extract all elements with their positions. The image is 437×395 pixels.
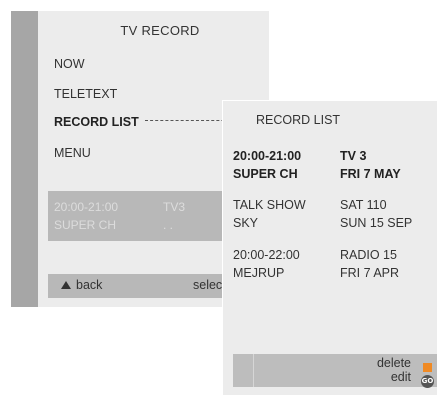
entry-2-name[interactable]: SKY [233,216,258,230]
entry-1-name[interactable]: SUPER CH [233,167,298,181]
selected-time: 20:00-21:00 [54,200,119,214]
selected-channel: TV3 [163,200,186,214]
menu-item-record-list[interactable]: RECORD LIST [54,115,139,129]
selected-recording[interactable]: 20:00-21:00 TV3 SUPER CH . . [48,191,231,241]
entry-2-date[interactable]: SUN 15 SEP [340,216,412,230]
go-button-icon: GO [421,375,434,388]
menu-item-menu[interactable]: MENU [54,146,91,160]
footer-divider [253,354,254,387]
record-list-footer: delete edit GO [233,354,437,388]
menu-item-teletext[interactable]: TELETEXT [54,87,117,101]
edit-button[interactable]: edit [391,370,411,384]
record-list-title: RECORD LIST [256,113,341,127]
delete-button[interactable]: delete [377,356,411,370]
back-button[interactable]: back [76,278,102,292]
entry-1-time[interactable]: 20:00-21:00 [233,149,301,163]
record-list-panel: RECORD LIST 20:00-21:00 TV 3 SUPER CH FR… [222,100,437,395]
menu-item-now[interactable]: NOW [54,57,85,71]
entry-2-channel[interactable]: SAT 110 [340,198,387,212]
orange-button-icon [423,363,432,372]
entry-1-channel[interactable]: TV 3 [340,149,366,163]
entry-3-time[interactable]: 20:00-22:00 [233,248,300,262]
select-button[interactable]: selec [193,278,222,292]
entry-3-channel[interactable]: RADIO 15 [340,248,397,262]
tv-record-title: TV RECORD [120,23,200,38]
up-arrow-icon [61,281,71,289]
selected-name: SUPER CH [54,218,117,232]
entry-2-title[interactable]: TALK SHOW [233,198,306,212]
entry-1-date[interactable]: FRI 7 MAY [340,167,401,181]
entry-3-date[interactable]: FRI 7 APR [340,266,399,280]
entry-3-name[interactable]: MEJRUP [233,266,284,280]
selected-dots: . . [163,218,174,232]
